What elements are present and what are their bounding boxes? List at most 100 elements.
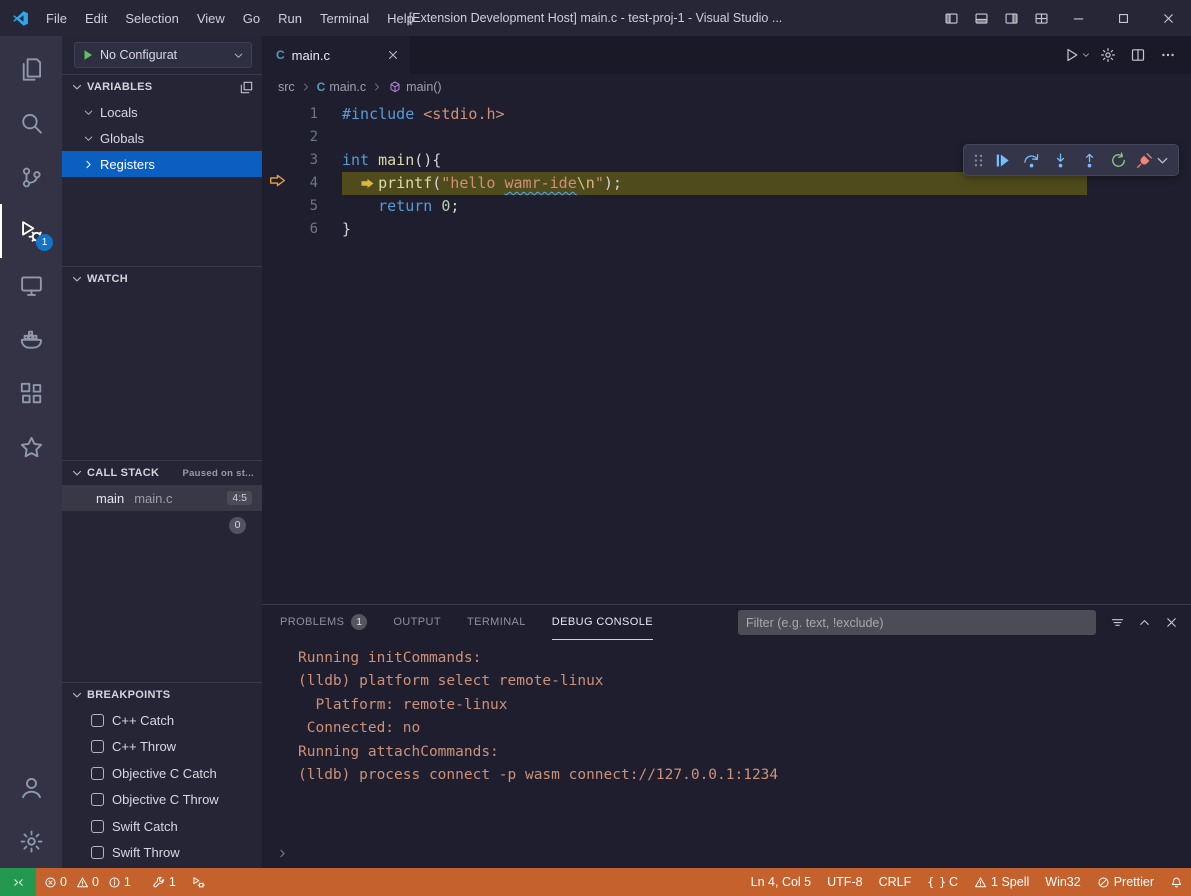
console-filter-options-button[interactable]: [1110, 615, 1125, 630]
line-number[interactable]: 3: [292, 149, 318, 172]
gutter[interactable]: [262, 172, 292, 195]
activity-source-control[interactable]: [0, 150, 62, 204]
checkbox[interactable]: [91, 846, 104, 859]
console-filter-input[interactable]: [738, 610, 1096, 635]
activity-accounts[interactable]: [0, 760, 62, 814]
line-number[interactable]: 2: [292, 126, 318, 149]
start-debug-icon[interactable]: [81, 48, 95, 62]
step-out-button[interactable]: [1076, 147, 1103, 174]
menu-file[interactable]: File: [37, 11, 76, 26]
checkbox[interactable]: [91, 740, 104, 753]
notifications-bell[interactable]: [1162, 868, 1191, 896]
panel-tab-problems[interactable]: PROBLEMS1: [280, 605, 367, 640]
activity-run-debug[interactable]: 1: [0, 204, 62, 258]
platform-indicator[interactable]: Win32: [1037, 868, 1088, 896]
menu-edit[interactable]: Edit: [76, 11, 116, 26]
activity-extensions[interactable]: [0, 366, 62, 420]
line-number[interactable]: 5: [292, 195, 318, 218]
breakpoint-c-catch[interactable]: C++ Catch: [62, 707, 262, 734]
drag-handle-button[interactable]: [969, 147, 987, 174]
gutter[interactable]: [262, 195, 292, 218]
breakpoints-header[interactable]: BREAKPOINTS: [62, 683, 262, 707]
breakpoint-objective-c-throw[interactable]: Objective C Throw: [62, 787, 262, 814]
close-window-button[interactable]: [1146, 0, 1191, 36]
customize-layout-button[interactable]: [1026, 0, 1056, 36]
code-editor[interactable]: 1#include <stdio.h>23int main(){4 printf…: [262, 100, 1191, 604]
more-actions-button[interactable]: [1155, 42, 1181, 68]
gutter[interactable]: [262, 103, 292, 126]
formatter-indicator[interactable]: Prettier: [1089, 868, 1162, 896]
close-panel-button[interactable]: [1164, 615, 1179, 630]
checkbox[interactable]: [91, 793, 104, 806]
gutter[interactable]: [262, 149, 292, 172]
breakpoint-swift-throw[interactable]: Swift Throw: [62, 840, 262, 867]
panel-tab-output[interactable]: OUTPUT: [393, 605, 441, 640]
breadcrumb-main-c[interactable]: Cmain.c: [317, 80, 367, 94]
line-number[interactable]: 1: [292, 103, 318, 126]
breadcrumb-main[interactable]: main(): [388, 80, 441, 94]
code-line-6[interactable]: 6}: [262, 218, 1191, 241]
variables-item-registers[interactable]: Registers: [62, 151, 262, 177]
cursor-position[interactable]: Ln 4, Col 5: [743, 868, 819, 896]
maximize-button[interactable]: [1101, 0, 1146, 36]
stack-frame-row[interactable]: main main.c 4:5: [62, 485, 262, 511]
activity-explorer[interactable]: [0, 42, 62, 96]
encoding-indicator[interactable]: UTF-8: [819, 868, 870, 896]
variables-item-locals[interactable]: Locals: [62, 99, 262, 125]
gutter[interactable]: [262, 218, 292, 241]
code-line-5[interactable]: 5 return 0;: [262, 195, 1191, 218]
remote-indicator[interactable]: [0, 868, 36, 896]
variables-header[interactable]: VARIABLES: [62, 75, 262, 99]
checkbox[interactable]: [91, 714, 104, 727]
tab-main-c[interactable]: C main.c: [262, 36, 410, 74]
toggle-panel-button[interactable]: [966, 0, 996, 36]
menu-selection[interactable]: Selection: [116, 11, 187, 26]
step-into-button[interactable]: [1047, 147, 1074, 174]
activity-favorites[interactable]: [0, 420, 62, 474]
step-over-button[interactable]: [1018, 147, 1045, 174]
panel-tab-terminal[interactable]: TERMINAL: [467, 605, 526, 640]
continue-button[interactable]: [989, 147, 1016, 174]
toggle-secondary-sidebar-button[interactable]: [996, 0, 1026, 36]
debug-session-indicator[interactable]: [184, 868, 213, 896]
menu-go[interactable]: Go: [234, 11, 269, 26]
line-number[interactable]: 6: [292, 218, 318, 241]
panel-tab-debug-console[interactable]: DEBUG CONSOLE: [552, 605, 653, 640]
problems-indicator[interactable]: 001: [36, 868, 144, 896]
checkbox[interactable]: [91, 767, 104, 780]
disconnect-button[interactable]: [1134, 147, 1173, 174]
task-indicator[interactable]: 1: [144, 868, 184, 896]
call-stack-header[interactable]: CALL STACK Paused on st...: [62, 461, 262, 485]
watch-header[interactable]: WATCH: [62, 267, 262, 291]
checkbox[interactable]: [91, 820, 104, 833]
breakpoint-swift-catch[interactable]: Swift Catch: [62, 813, 262, 840]
code-line-1[interactable]: 1#include <stdio.h>: [262, 103, 1191, 126]
line-number[interactable]: 4: [292, 172, 318, 195]
maximize-panel-button[interactable]: [1137, 615, 1152, 630]
activity-search[interactable]: [0, 96, 62, 150]
menu-terminal[interactable]: Terminal: [311, 11, 378, 26]
menu-view[interactable]: View: [188, 11, 234, 26]
toggle-primary-sidebar-button[interactable]: [936, 0, 966, 36]
console-prompt-icon[interactable]: [276, 847, 289, 860]
activity-remote-explorer[interactable]: [0, 258, 62, 312]
menu-run[interactable]: Run: [269, 11, 311, 26]
activity-docker[interactable]: [0, 312, 62, 366]
language-indicator[interactable]: { }C: [919, 868, 966, 896]
breadcrumb-src[interactable]: src: [278, 80, 295, 94]
close-tab-icon[interactable]: [386, 48, 400, 62]
collapse-all-icon[interactable]: [239, 80, 254, 95]
activity-settings[interactable]: [0, 814, 62, 868]
run-file-button[interactable]: [1064, 42, 1091, 68]
editor-settings-button[interactable]: [1095, 42, 1121, 68]
debug-config-dropdown[interactable]: No Configurat: [74, 42, 252, 68]
breakpoint-c-throw[interactable]: C++ Throw: [62, 734, 262, 761]
debug-console[interactable]: Running initCommands:(lldb) platform sel…: [262, 640, 1191, 868]
variables-item-globals[interactable]: Globals: [62, 125, 262, 151]
breakpoint-objective-c-catch[interactable]: Objective C Catch: [62, 760, 262, 787]
split-editor-button[interactable]: [1125, 42, 1151, 68]
restart-button[interactable]: [1105, 147, 1132, 174]
spell-indicator[interactable]: 1 Spell: [966, 868, 1037, 896]
eol-indicator[interactable]: CRLF: [871, 868, 920, 896]
menu-help[interactable]: Help: [378, 11, 423, 26]
